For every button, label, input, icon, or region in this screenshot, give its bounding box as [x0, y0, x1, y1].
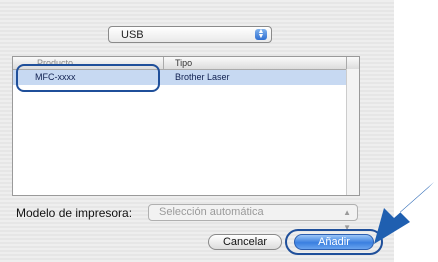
callout-arrow-icon: [374, 182, 434, 244]
printer-model-popup[interactable]: Selección automática ▲ ▼: [148, 204, 358, 232]
printer-type: Brother Laser: [175, 72, 230, 82]
connection-type-popup[interactable]: USB ▲ ▼: [108, 26, 272, 43]
connection-type-value: USB: [121, 29, 144, 41]
printer-highlight-ring: [16, 64, 160, 92]
column-separator: [346, 57, 347, 69]
printer-model-value: Selección automática: [159, 206, 264, 218]
add-button[interactable]: Añadir: [294, 234, 374, 250]
column-header-type[interactable]: Tipo: [175, 57, 192, 69]
printer-model-label: Modelo de impresora:: [16, 206, 133, 220]
column-separator: [163, 57, 164, 69]
popup-arrows-icon: ▲ ▼: [255, 28, 267, 40]
list-scrollbar[interactable]: [346, 69, 359, 195]
add-printer-dialog: USB ▲ ▼ Producto Tipo MFC-xxxx Brother La…: [0, 0, 394, 262]
cancel-button[interactable]: Cancelar: [208, 234, 282, 250]
